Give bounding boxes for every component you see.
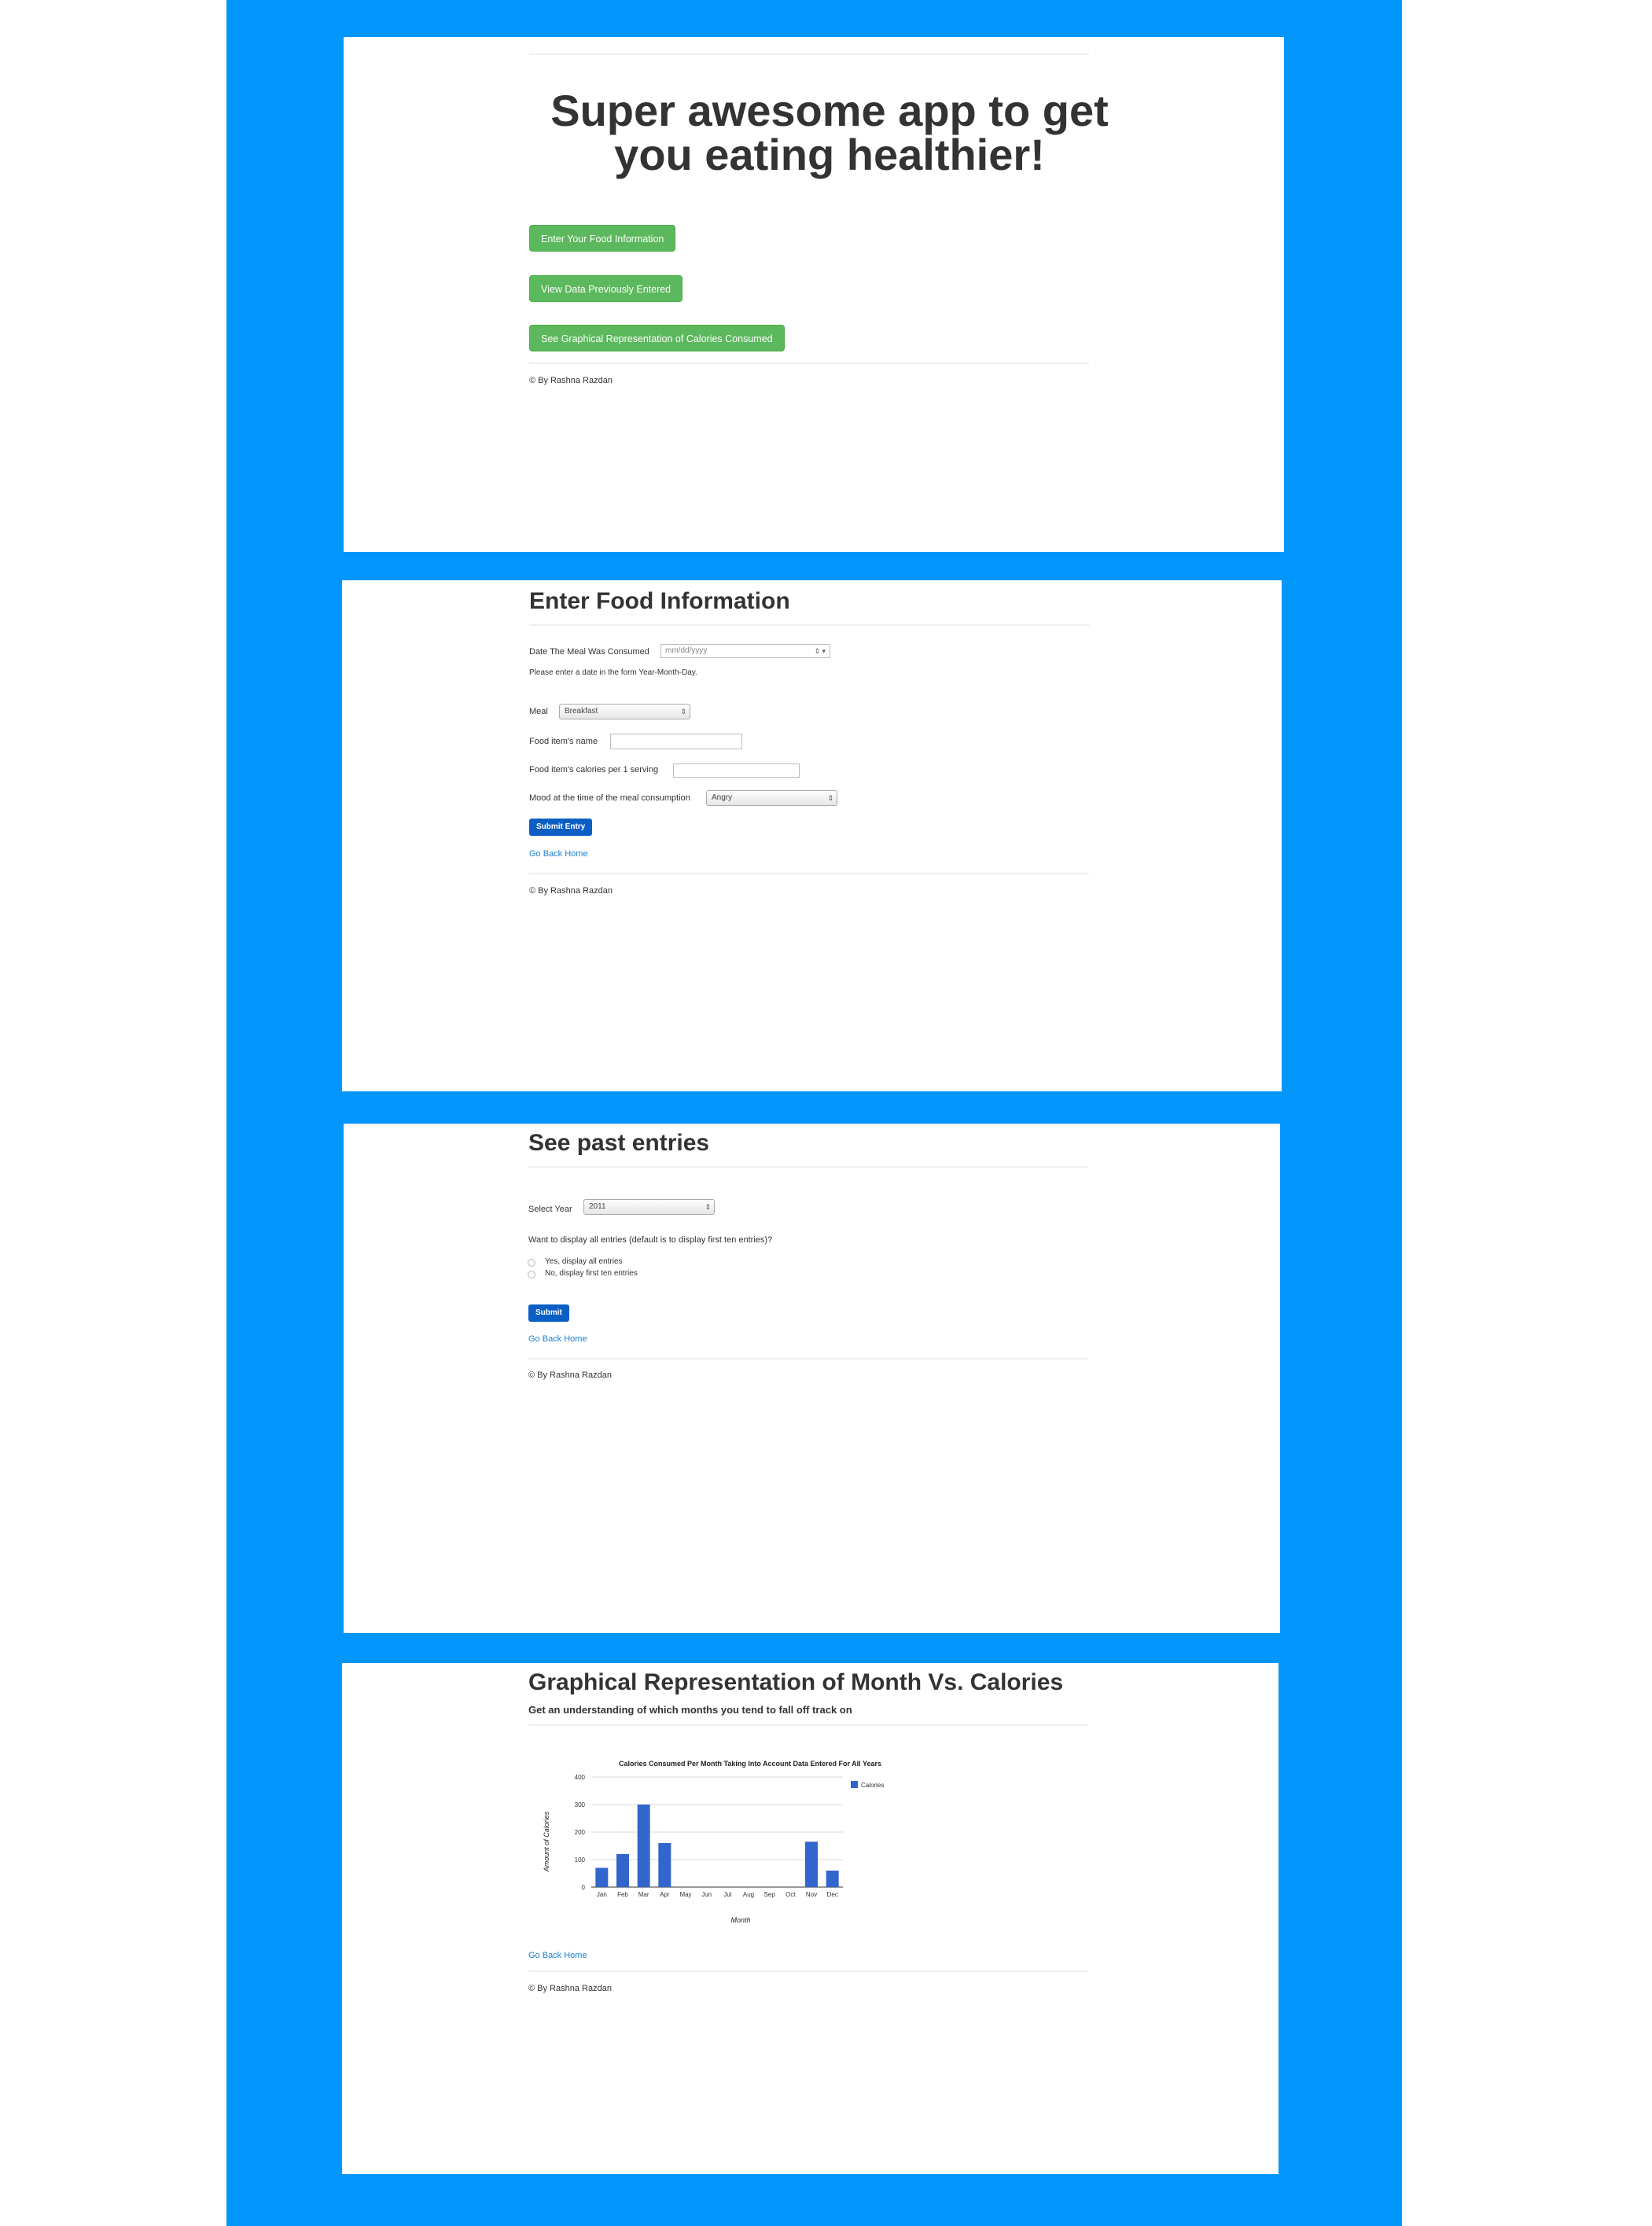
see-graph-button[interactable]: See Graphical Representation of Calories…: [529, 325, 785, 351]
enter-food-info-button[interactable]: Enter Your Food Information: [529, 225, 676, 252]
chart-grid: 0 100 200 300 400: [575, 1774, 843, 1891]
chart-y-tick-label: 400: [575, 1774, 586, 1781]
footer-divider: [529, 873, 1089, 874]
footer-copyright: © By Rashna Razdan: [528, 1371, 612, 1380]
go-back-home-link[interactable]: Go Back Home: [528, 1951, 587, 1960]
meal-selected-value: Breakfast: [565, 707, 598, 716]
legend-label: Calories: [861, 1782, 884, 1789]
food-name-input[interactable]: [610, 734, 742, 749]
title-divider: [528, 1166, 1088, 1168]
chart-title: Calories Consumed Per Month Taking Into …: [619, 1760, 881, 1768]
submit-entry-button[interactable]: Submit Entry: [529, 819, 593, 836]
chart-x-tick-label: May: [679, 1891, 691, 1898]
chart-y-tick-label: 300: [575, 1801, 586, 1808]
footer-copyright: © By Rashna Razdan: [529, 376, 613, 385]
radio-display-ten[interactable]: [528, 1271, 535, 1279]
chart-x-tick-label: Apr: [660, 1891, 670, 1898]
select-arrows-icon: ⇕: [680, 708, 686, 716]
chart-x-tick-label: Sep: [764, 1891, 776, 1898]
chart-x-tick-label: Feb: [617, 1891, 628, 1898]
top-divider: [529, 53, 1089, 55]
enter-food-screen: Enter Food Information Date The Meal Was…: [342, 580, 1282, 1091]
mood-select[interactable]: Angry ⇕: [706, 790, 837, 806]
chart-bar-mar: [637, 1805, 650, 1887]
go-back-home-link[interactable]: Go Back Home: [528, 1334, 587, 1344]
date-help-text: Please enter a date in the form Year-Mon…: [529, 668, 697, 677]
chart-y-axis-label: Amount of Calories: [543, 1811, 550, 1872]
footer-copyright: © By Rashna Razdan: [529, 886, 613, 896]
page-title: Graphical Representation of Month Vs. Ca…: [528, 1669, 1064, 1695]
display-question: Want to display all entries (default is …: [528, 1235, 773, 1245]
footer-divider: [528, 1358, 1088, 1360]
go-back-home-link[interactable]: Go Back Home: [529, 849, 588, 859]
chart-y-tick-label: 100: [575, 1856, 586, 1864]
mood-selected-value: Angry: [712, 793, 733, 802]
chart-bars: [595, 1805, 839, 1887]
chart-x-tick-label: Mar: [638, 1891, 649, 1898]
chart-bar-dec: [826, 1871, 839, 1887]
chart-x-tick-label: Dec: [827, 1891, 838, 1898]
calories-bar-chart: Calories Consumed Per Month Taking Into …: [543, 1760, 884, 1924]
year-select[interactable]: 2011 ⇕: [583, 1199, 715, 1215]
date-spinner-icon[interactable]: ⇕ ▾: [814, 645, 826, 657]
meal-label: Meal: [529, 707, 548, 716]
chart-x-tick-label: Nov: [806, 1891, 817, 1898]
chart-x-tick-label: Oct: [786, 1891, 796, 1898]
option-display-all-label: Yes, display all entries: [545, 1257, 623, 1266]
graph-screen: Graphical Representation of Month Vs. Ca…: [342, 1663, 1279, 2174]
past-entries-screen: See past entries Select Year 2011 ⇕ Want…: [344, 1124, 1280, 1633]
home-screen: Super awesome app to get you eating heal…: [344, 37, 1284, 552]
chart-x-tick-label: Jun: [701, 1891, 712, 1898]
chart-bar-nov: [805, 1842, 818, 1887]
chart-bar-apr: [658, 1843, 671, 1887]
footer-divider: [529, 362, 1089, 364]
chart-x-ticks: Jan Feb Mar Apr May Jun Jul Aug Sep Oct Nov Dec: [597, 1891, 838, 1898]
chart-y-tick-label: 0: [582, 1884, 586, 1891]
select-arrows-icon: ⇕: [827, 794, 833, 802]
chart-x-axis-label: Month: [730, 1916, 750, 1924]
chart-x-tick-label: Jan: [597, 1891, 607, 1898]
page-title: Super awesome app to get you eating heal…: [550, 86, 1109, 179]
title-divider: [528, 1724, 1088, 1726]
mood-label: Mood at the time of the meal consumption: [529, 793, 690, 803]
chart-x-tick-label: Jul: [723, 1891, 731, 1898]
year-selected-value: 2011: [589, 1202, 606, 1211]
page-title: Enter Food Information: [529, 588, 790, 614]
legend-swatch: [851, 1781, 858, 1788]
chart-bar-jan: [595, 1867, 609, 1887]
page-title: See past entries: [528, 1130, 710, 1156]
meal-select[interactable]: Breakfast ⇕: [559, 704, 690, 719]
date-placeholder: mm/dd/yyyy: [665, 646, 708, 655]
date-label: Date The Meal Was Consumed: [529, 647, 649, 657]
calories-label: Food item's calories per 1 serving: [529, 765, 659, 775]
calories-input[interactable]: [673, 763, 800, 778]
chart-legend: Calories: [851, 1781, 884, 1789]
chart-x-tick-label: Aug: [743, 1891, 754, 1898]
submit-button[interactable]: Submit: [528, 1304, 569, 1322]
view-data-button[interactable]: View Data Previously Entered: [529, 275, 683, 302]
date-input[interactable]: mm/dd/yyyy ⇕ ▾: [660, 644, 830, 658]
footer-copyright: © By Rashna Razdan: [528, 1984, 612, 1993]
year-label: Select Year: [528, 1205, 572, 1214]
footer-divider: [528, 1970, 1088, 1972]
food-name-label: Food item's name: [529, 737, 598, 746]
page-subtitle: Get an understanding of which months you…: [528, 1704, 852, 1716]
option-display-ten-label: No, display first ten entries: [545, 1269, 638, 1278]
chart-bar-feb: [616, 1854, 629, 1887]
chart-y-tick-label: 200: [575, 1829, 586, 1836]
radio-display-all[interactable]: [528, 1259, 535, 1267]
select-arrows-icon: ⇕: [705, 1203, 711, 1211]
title-divider: [529, 624, 1089, 626]
